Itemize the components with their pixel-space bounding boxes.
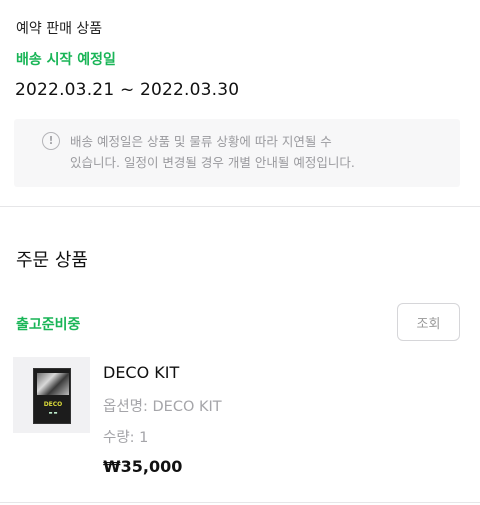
product-box-image: DECO ▬ ▬ (33, 368, 71, 424)
sale-type-label: 예약 판매 상품 (16, 21, 103, 37)
order-detail-page: 예약 판매 상품 배송 시작 예정일 2022.03.21 ~ 2022.03.… (0, 0, 480, 505)
info-exclamation-icon: ! (42, 132, 60, 150)
product-name[interactable]: DECO KIT (103, 363, 179, 382)
order-status-label: 출고준비중 (16, 317, 81, 333)
bottom-divider (0, 502, 480, 503)
shipping-notice-box: ! 배송 예정일은 상품 및 물류 상황에 따라 지연될 수 있습니다. 일정이… (14, 119, 460, 187)
product-option: 옵션명: DECO KIT (103, 399, 222, 415)
product-quantity: 수량: 1 (103, 430, 149, 446)
section-title-order-items: 주문 상품 (16, 250, 88, 271)
notice-line-2: 있습니다. 일정이 변경될 경우 개별 안내될 예정입니다. (70, 155, 355, 170)
lookup-button[interactable]: 조회 (397, 303, 460, 341)
notice-line-1: 배송 예정일은 상품 및 물류 상황에 따라 지연될 수 (70, 134, 332, 149)
ship-date-range: 2022.03.21 ~ 2022.03.30 (15, 80, 240, 100)
ship-start-label: 배송 시작 예정일 (16, 52, 116, 68)
product-price: ₩35,000 (103, 457, 183, 476)
section-divider (0, 206, 480, 207)
product-thumbnail[interactable]: DECO ▬ ▬ (13, 357, 90, 433)
